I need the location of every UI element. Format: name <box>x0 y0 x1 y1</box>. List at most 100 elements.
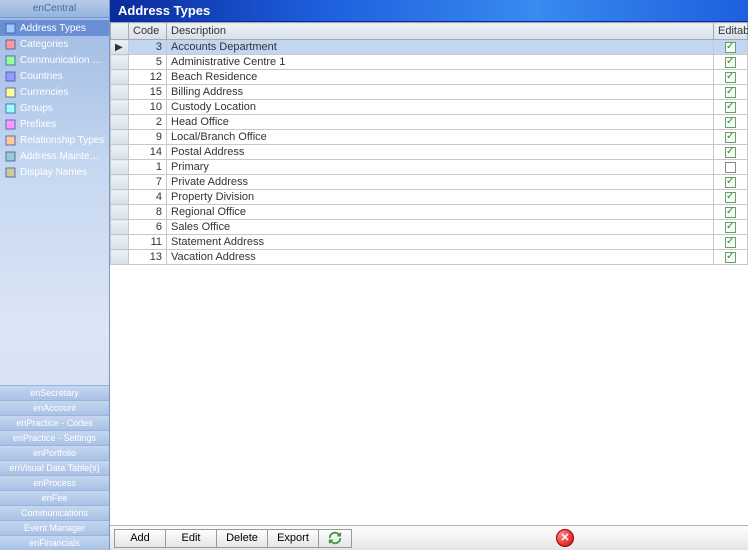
table-row[interactable]: 14Postal Address <box>111 145 748 160</box>
row-handle[interactable] <box>111 160 129 175</box>
sidebar-item[interactable]: Address Types <box>0 20 109 36</box>
grid-area[interactable]: Code Description Editable ▶3Accounts Dep… <box>110 22 748 525</box>
table-row[interactable]: 7Private Address <box>111 175 748 190</box>
cell-code: 6 <box>129 220 167 235</box>
col-header-code[interactable]: Code <box>129 23 167 40</box>
edit-button[interactable]: Edit <box>165 529 217 548</box>
delete-button[interactable]: Delete <box>216 529 268 548</box>
col-header-editable[interactable]: Editable <box>714 23 748 40</box>
table-row[interactable]: 12Beach Residence <box>111 70 748 85</box>
table-row[interactable]: 15Billing Address <box>111 85 748 100</box>
sidebar-item-label: Communication Types <box>20 55 105 66</box>
sidebar-section[interactable]: enFee <box>0 490 109 505</box>
table-row[interactable]: 6Sales Office <box>111 220 748 235</box>
sidebar-section[interactable]: enPractice - Codes <box>0 415 109 430</box>
refresh-button[interactable] <box>318 529 352 548</box>
editable-checkbox[interactable] <box>725 177 736 188</box>
row-handle[interactable] <box>111 130 129 145</box>
editable-checkbox[interactable] <box>725 42 736 53</box>
add-button[interactable]: Add <box>114 529 166 548</box>
sidebar-item-label: Currencies <box>20 87 68 98</box>
sidebar-section[interactable]: enPractice - Settings <box>0 430 109 445</box>
cell-code: 14 <box>129 145 167 160</box>
editable-checkbox[interactable] <box>725 117 736 128</box>
table-row[interactable]: 9Local/Branch Office <box>111 130 748 145</box>
sidebar-item[interactable]: Countries <box>0 68 109 84</box>
sidebar-item[interactable]: Relationship Types <box>0 132 109 148</box>
sidebar-section[interactable]: enProcess <box>0 475 109 490</box>
table-row[interactable]: 13Vacation Address <box>111 250 748 265</box>
sidebar-item-label: Prefixes <box>20 119 56 130</box>
editable-checkbox[interactable] <box>725 207 736 218</box>
sidebar-item-label: Display Names <box>20 167 87 178</box>
sidebar-section[interactable]: enFinancials <box>0 535 109 550</box>
editable-checkbox[interactable] <box>725 132 736 143</box>
sidebar-item[interactable]: Address Maintenance <box>0 148 109 164</box>
editable-checkbox[interactable] <box>725 57 736 68</box>
cell-description: Beach Residence <box>167 70 714 85</box>
sidebar-item[interactable]: Currencies <box>0 84 109 100</box>
sidebar-section[interactable]: enSecretary <box>0 385 109 400</box>
row-handle[interactable]: ▶ <box>111 40 129 55</box>
editable-checkbox[interactable] <box>725 222 736 233</box>
sidebar-section[interactable]: enVisual Data Table(s) <box>0 460 109 475</box>
sidebar-sections: enSecretaryenAccountenPractice - Codesen… <box>0 385 109 550</box>
cell-description: Regional Office <box>167 205 714 220</box>
table-row[interactable]: 1Primary <box>111 160 748 175</box>
table-row[interactable]: 10Custody Location <box>111 100 748 115</box>
sidebar-nav: Address Types Categories Communication Typ… <box>0 18 109 385</box>
sidebar-item[interactable]: Groups <box>0 100 109 116</box>
editable-checkbox[interactable] <box>725 162 736 173</box>
cell-description: Administrative Centre 1 <box>167 55 714 70</box>
row-handle[interactable] <box>111 220 129 235</box>
table-row[interactable]: 11Statement Address <box>111 235 748 250</box>
export-button[interactable]: Export <box>267 529 319 548</box>
row-handle[interactable] <box>111 70 129 85</box>
col-header-handle[interactable] <box>111 23 129 40</box>
sidebar-item[interactable]: Prefixes <box>0 116 109 132</box>
table-row[interactable]: 2Head Office <box>111 115 748 130</box>
sidebar-section[interactable]: enPortfolio <box>0 445 109 460</box>
sidebar-section[interactable]: enAccount <box>0 400 109 415</box>
sidebar-section[interactable]: Communications <box>0 505 109 520</box>
sidebar-item[interactable]: Display Names <box>0 164 109 180</box>
nav-icon <box>4 22 16 34</box>
row-handle[interactable] <box>111 55 129 70</box>
cell-editable <box>714 145 748 160</box>
editable-checkbox[interactable] <box>725 87 736 98</box>
nav-icon <box>4 70 16 82</box>
nav-icon <box>4 54 16 66</box>
table-header-row: Code Description Editable <box>111 23 748 40</box>
cell-code: 12 <box>129 70 167 85</box>
row-handle[interactable] <box>111 190 129 205</box>
table-row[interactable]: 8Regional Office <box>111 205 748 220</box>
cell-description: Postal Address <box>167 145 714 160</box>
table-row[interactable]: 5Administrative Centre 1 <box>111 55 748 70</box>
row-handle[interactable] <box>111 145 129 160</box>
row-handle[interactable] <box>111 175 129 190</box>
cell-code: 4 <box>129 190 167 205</box>
sidebar-item-label: Address Types <box>20 23 86 34</box>
editable-checkbox[interactable] <box>725 147 736 158</box>
sidebar-item[interactable]: Communication Types <box>0 52 109 68</box>
row-handle[interactable] <box>111 235 129 250</box>
editable-checkbox[interactable] <box>725 72 736 83</box>
cell-editable <box>714 250 748 265</box>
row-handle[interactable] <box>111 85 129 100</box>
row-handle[interactable] <box>111 115 129 130</box>
row-handle[interactable] <box>111 100 129 115</box>
cell-description: Property Division <box>167 190 714 205</box>
col-header-description[interactable]: Description <box>167 23 714 40</box>
row-handle[interactable] <box>111 250 129 265</box>
row-handle[interactable] <box>111 205 129 220</box>
editable-checkbox[interactable] <box>725 237 736 248</box>
editable-checkbox[interactable] <box>725 192 736 203</box>
nav-icon <box>4 102 16 114</box>
editable-checkbox[interactable] <box>725 102 736 113</box>
sidebar-section[interactable]: Event Manager <box>0 520 109 535</box>
sidebar-item[interactable]: Categories <box>0 36 109 52</box>
editable-checkbox[interactable] <box>725 252 736 263</box>
close-button[interactable]: ✕ <box>556 529 574 547</box>
table-row[interactable]: 4Property Division <box>111 190 748 205</box>
table-row[interactable]: ▶3Accounts Department <box>111 40 748 55</box>
